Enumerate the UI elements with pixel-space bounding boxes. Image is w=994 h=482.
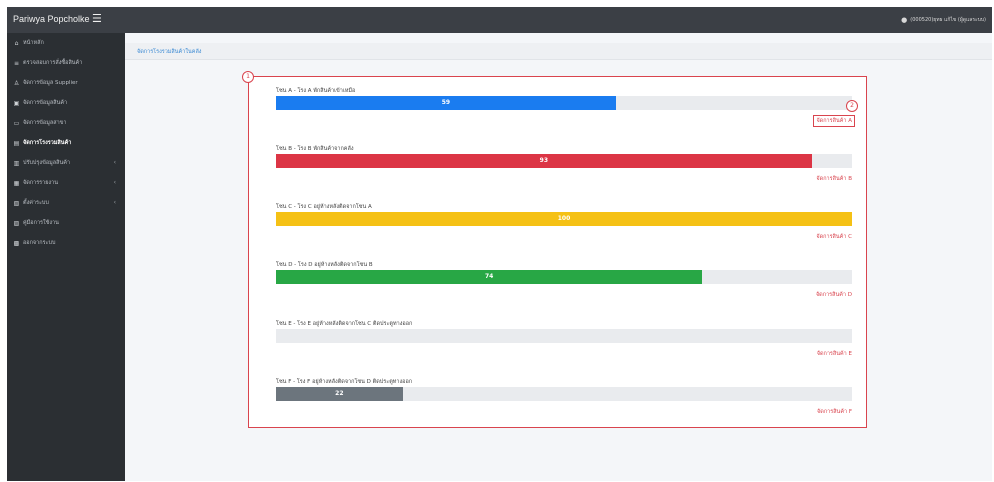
sidebar-item-label: จัดการรายงาน (23, 180, 58, 186)
chevron-left-icon: ‹ (113, 199, 116, 206)
sidebar-item-5[interactable]: ▭ จัดการข้อมูลสาขา (7, 113, 125, 133)
zone-title: โซน E - โรง E อยู่ห้างหลังติดจากโซน C ติ… (276, 321, 413, 327)
brand-logo[interactable]: Pariwya Popcholke (13, 14, 90, 24)
zone-title: โซน D - โรง D อยู่ห้างหลังติดจากโซน B (276, 262, 373, 268)
sidebar-item-2[interactable]: ≡ ตรวจสอบการสั่งซื้อสินค้า (7, 53, 125, 73)
document-icon: ▥ (13, 159, 20, 167)
manage-zone-link[interactable]: จัดการสินค้า B (816, 175, 852, 183)
user-circle-icon: ● (901, 16, 908, 24)
zone-progress-fill: 93 (276, 154, 812, 168)
logout-icon: ▩ (13, 239, 20, 247)
sidebar-item-9[interactable]: ▧ ตั้งค่าระบบ ‹ (7, 193, 125, 213)
zone-row: โซน E - โรง E อยู่ห้างหลังติดจากโซน C ติ… (276, 320, 852, 370)
zone-title: โซน B - โรง B พักสินค้าจากคลัง (276, 146, 354, 152)
menu-toggle-icon[interactable]: ☰ (92, 12, 102, 25)
chevron-left-icon: ‹ (113, 179, 116, 186)
sidebar-item-label: ปรับปรุงข้อมูลสินค้า (23, 160, 71, 166)
list-icon: ≡ (13, 59, 20, 67)
sidebar-item-label: จัดการข้อมูลสินค้า (23, 100, 68, 106)
sidebar-item-7[interactable]: ▥ ปรับปรุงข้อมูลสินค้า ‹ (7, 153, 125, 173)
zone-title: โซน C - โรง C อยู่ห้างหลังติดจากโซน A (276, 204, 372, 210)
zone-progress-fill: 59 (276, 96, 616, 110)
sidebar-item-8[interactable]: ▦ จัดการรายงาน ‹ (7, 173, 125, 193)
zone-row: โซน B - โรง B พักสินค้าจากคลัง 93 จัดการสิ… (276, 145, 852, 195)
sidebar-item-label: คู่มือการใช้งาน (23, 220, 59, 226)
store-icon: ▤ (13, 139, 20, 147)
zone-title: โซน A - โรง A พักสินค้าเข้าเหมือ (276, 88, 356, 94)
zone-row: โซน D - โรง D อยู่ห้างหลังติดจากโซน B 74 จ… (276, 261, 852, 311)
top-navbar: Pariwya Popcholke ☰ ● (000520)ยุทธ แก้ไข… (7, 7, 992, 33)
zone-title: โซน F - โรง F อยู่ห้างหลังติดจากโซน D ติ… (276, 379, 413, 385)
zone-progress-bar: 100 (276, 212, 852, 226)
zone-progress-fill: 100 (276, 212, 852, 226)
zone-capacity-panel: โซน A - โรง A พักสินค้าเข้าเหมือ 59 จัดการ… (248, 76, 867, 428)
annotation-marker-2: 2 (846, 100, 858, 112)
zone-row: โซน C - โรง C อยู่ห้างหลังติดจากโซน A 100… (276, 203, 852, 253)
annotation-marker-1: 1 (242, 71, 254, 83)
sidebar-item-label: ตรวจสอบการสั่งซื้อสินค้า (23, 60, 83, 66)
chevron-left-icon: ‹ (113, 159, 116, 166)
manage-zone-link[interactable]: จัดการสินค้า C (816, 233, 852, 241)
manage-zone-link[interactable]: จัดการสินค้า E (817, 350, 852, 358)
box-icon: ▣ (13, 99, 20, 107)
zone-progress-bar: 74 (276, 270, 852, 284)
zone-row: โซน A - โรง A พักสินค้าเข้าเหมือ 59 จัดการ… (276, 87, 855, 137)
settings-icon: ▧ (13, 199, 20, 207)
manage-zone-link[interactable]: จัดการสินค้า D (816, 291, 852, 299)
sidebar-item-label: จัดการข้อมูลสาขา (23, 120, 67, 126)
breadcrumb-link[interactable]: จัดการโรงรวมสินค้าในคลัง (137, 48, 202, 56)
sidebar-item-10[interactable]: ▨ คู่มือการใช้งาน (7, 213, 125, 233)
zone-progress-bar: 59 (276, 96, 852, 110)
manage-zone-link[interactable]: จัดการสินค้า F (817, 408, 852, 416)
zone-progress-fill: 74 (276, 270, 703, 284)
zone-progress-bar (276, 329, 852, 343)
chart-icon: ▦ (13, 179, 20, 187)
file-icon: ▨ (13, 219, 20, 227)
sidebar-item-label: จัดการข้อมูล Supplier (23, 80, 78, 86)
zone-progress-bar: 22 (276, 387, 852, 401)
sidebar-item-11[interactable]: ▩ ออกจากระบบ (7, 233, 125, 253)
sidebar-item-label: ตั้งค่าระบบ (23, 200, 49, 206)
zone-row: โซน F - โรง F อยู่ห้างหลังติดจากโซน D ติ… (276, 378, 852, 428)
app-window: Pariwya Popcholke ☰ ● (000520)ยุทธ แก้ไข… (7, 7, 992, 481)
manage-zone-link[interactable]: จัดการสินค้า A (813, 115, 855, 127)
zone-progress-fill: 22 (276, 387, 403, 401)
sidebar-item-3[interactable]: ♙ จัดการข้อมูล Supplier (7, 73, 125, 93)
sidebar-item-label: จัดการโรงรวมสินค้า (23, 140, 72, 146)
zone-progress-bar: 93 (276, 154, 852, 168)
sidebar: ⌂ หน้าหลัก ≡ ตรวจสอบการสั่งซื้อสินค้า ♙ จัดกา… (7, 33, 125, 481)
sidebar-item-4[interactable]: ▣ จัดการข้อมูลสินค้า (7, 93, 125, 113)
monitor-icon: ▭ (13, 119, 20, 127)
sidebar-item-label: หน้าหลัก (23, 40, 44, 46)
sidebar-item-1[interactable]: ⌂ หน้าหลัก (7, 33, 125, 53)
user-menu[interactable]: ● (000520)ยุทธ แก้ไข (ผู้ดูแลระบบ) (901, 16, 986, 24)
home-icon: ⌂ (14, 39, 19, 47)
breadcrumb: จัดการโรงรวมสินค้าในคลัง (125, 43, 992, 60)
user-icon: ♙ (13, 79, 20, 87)
sidebar-item-label: ออกจากระบบ (23, 240, 56, 246)
user-name: (000520)ยุทธ แก้ไข (ผู้ดูแลระบบ) (910, 17, 986, 23)
sidebar-item-6[interactable]: ▤ จัดการโรงรวมสินค้า (7, 133, 125, 153)
